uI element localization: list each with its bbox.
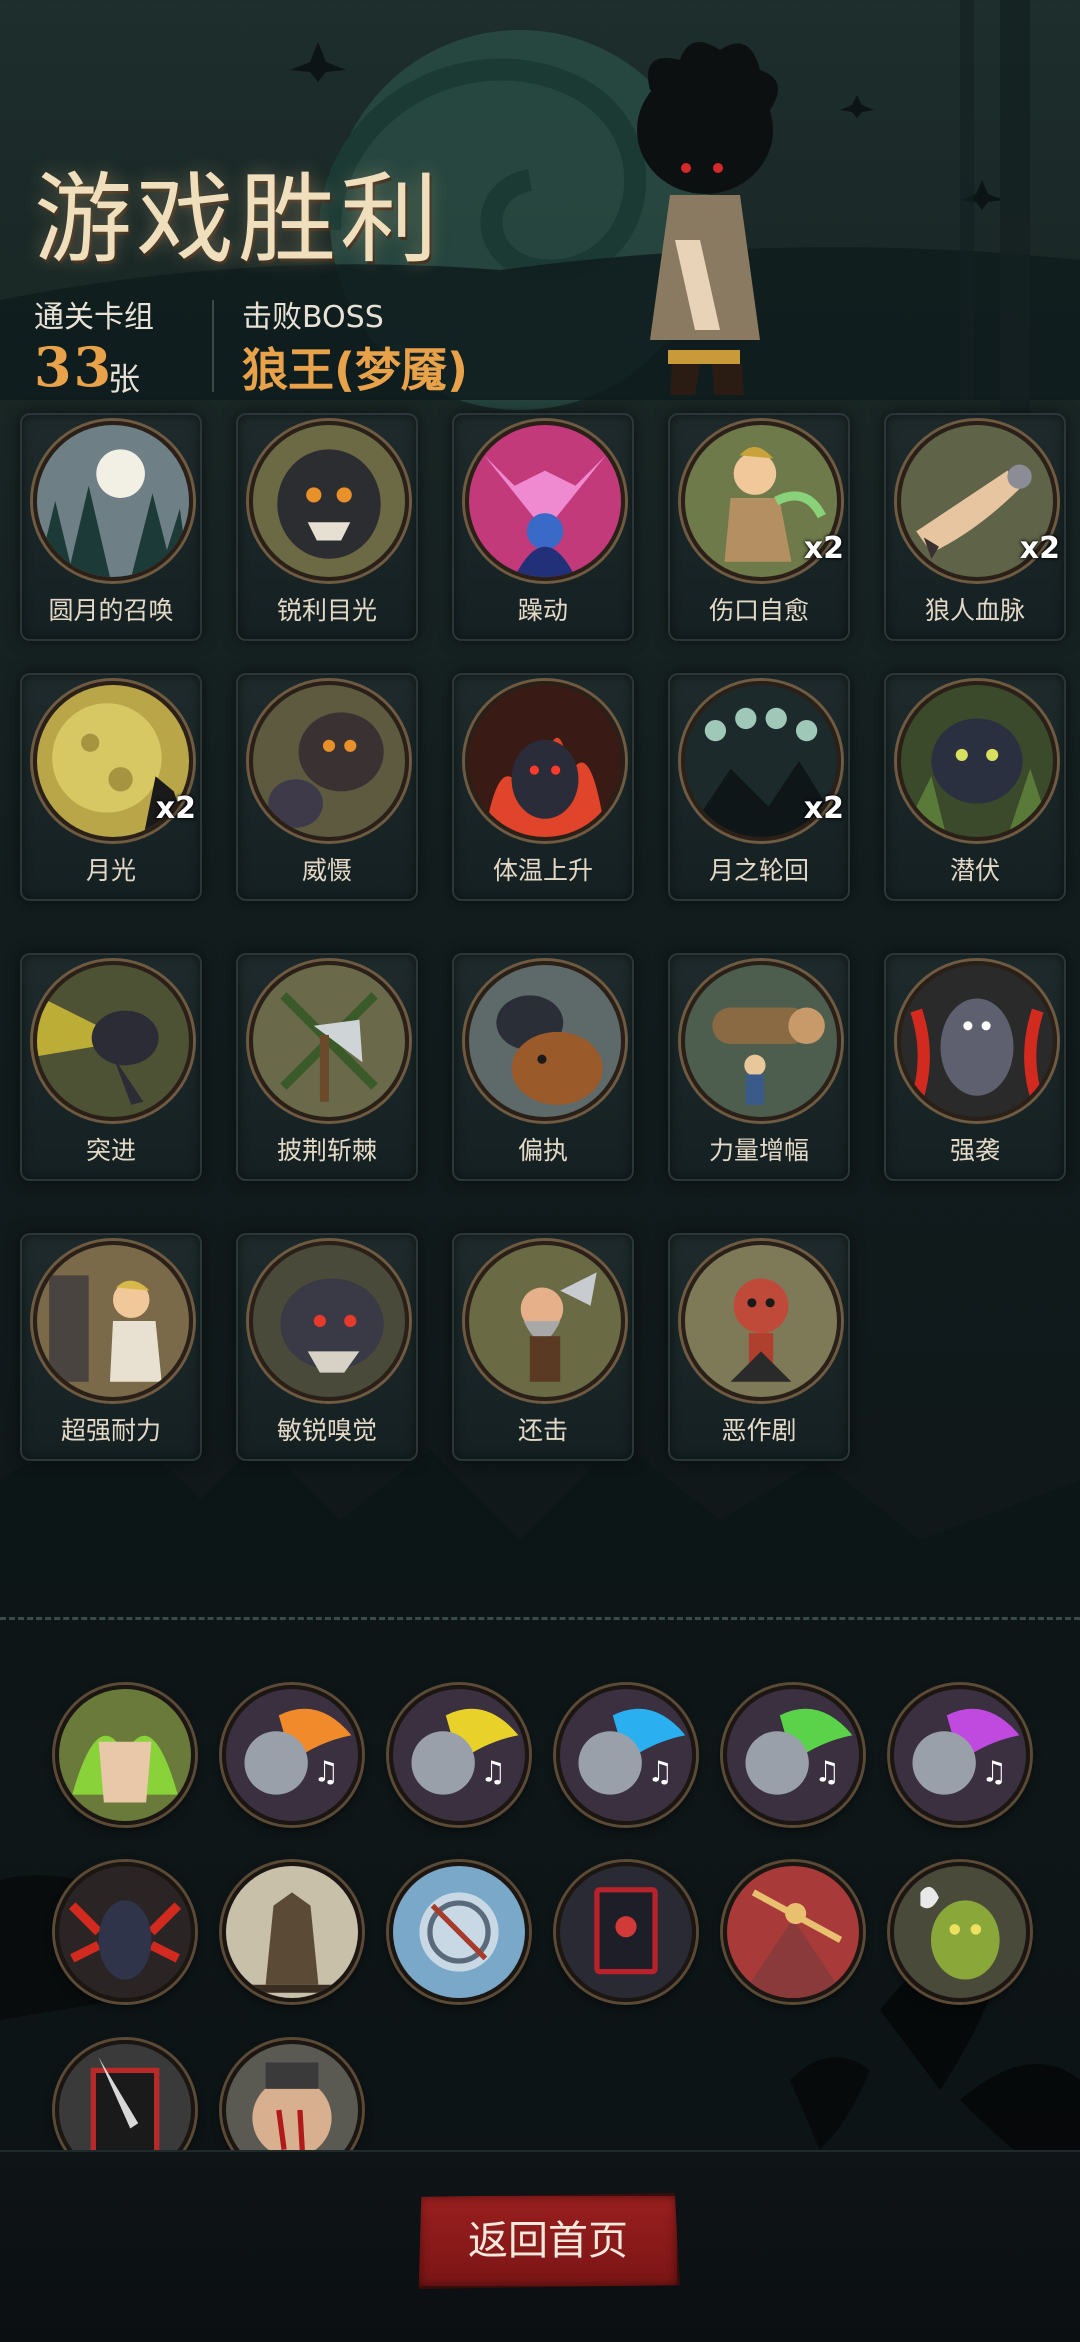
deck-card[interactable]: 还击 — [452, 1233, 634, 1461]
boss-name: 狼王(梦魇) — [242, 343, 469, 397]
svg-text:♫: ♫ — [647, 1754, 673, 1788]
broken-altar-icon[interactable] — [222, 1862, 362, 2002]
card-label: 圆月的召唤 — [48, 596, 174, 625]
card-label: 还击 — [517, 1416, 568, 1445]
log-lift-icon — [681, 961, 841, 1121]
wolf-bear-icon — [465, 961, 625, 1121]
card-label: 潜伏 — [949, 856, 1000, 885]
card-label: 伤口自愈 — [708, 596, 809, 625]
deck-card[interactable]: 力量增幅 — [668, 953, 850, 1181]
card-label: 强袭 — [949, 1136, 1000, 1165]
axe-thorns-icon — [249, 961, 409, 1121]
card-label: 月光 — [85, 856, 136, 885]
werewolf-glare-icon — [249, 421, 409, 581]
card-label: 敏锐嗅觉 — [276, 1416, 377, 1445]
deck-card[interactable]: x2 月之轮回 — [668, 673, 850, 901]
deck-card[interactable]: 潜伏 — [884, 673, 1066, 901]
stats-divider — [212, 300, 214, 392]
deck-card[interactable]: x2 狼人血脉 — [884, 413, 1066, 641]
deck-card[interactable]: 偏执 — [452, 953, 634, 1181]
card-label: 月之轮回 — [708, 856, 809, 885]
card-multiplier: x2 — [803, 531, 844, 566]
endurance-boy-icon — [33, 1241, 193, 1401]
dash-wolf-icon — [33, 961, 193, 1121]
red-spellbook-icon[interactable] — [556, 1862, 696, 2002]
deck-unit: 张 — [108, 360, 141, 398]
deterrence-wolf-icon — [249, 681, 409, 841]
restless-magic-icon — [465, 421, 625, 581]
card-label: 躁动 — [517, 596, 568, 625]
deck-card[interactable]: 威慑 — [236, 673, 418, 901]
orange-note-skull-icon[interactable]: ♫ — [222, 1685, 362, 1825]
raging-werewolf-icon — [897, 961, 1057, 1121]
deck-card[interactable]: 突进 — [20, 953, 202, 1181]
deck-card[interactable]: 强袭 — [884, 953, 1066, 1181]
svg-text:♫: ♫ — [313, 1754, 339, 1788]
card-label: 锐利目光 — [276, 596, 377, 625]
card-label: 突进 — [85, 1136, 136, 1165]
deck-card[interactable]: 体温上升 — [452, 673, 634, 901]
card-label: 体温上升 — [492, 856, 593, 885]
howling-werewolf-icon[interactable] — [55, 1862, 195, 2002]
svg-text:♫: ♫ — [981, 1754, 1007, 1788]
golden-warrior-icon[interactable] — [723, 1862, 863, 2002]
full-moon-forest-icon — [33, 421, 193, 581]
deck-card[interactable]: 躁动 — [452, 413, 634, 641]
card-multiplier: x2 — [803, 791, 844, 826]
return-home-button[interactable]: 返回首页 — [418, 2193, 680, 2289]
card-label: 狼人血脉 — [924, 596, 1025, 625]
green-flame-torso-icon[interactable] — [55, 1685, 195, 1825]
card-label: 威慑 — [301, 856, 352, 885]
card-multiplier: x2 — [1019, 531, 1060, 566]
deck-card[interactable]: 锐利目光 — [236, 413, 418, 641]
deck-label: 通关卡组 — [34, 300, 154, 335]
card-multiplier: x2 — [155, 791, 196, 826]
yellow-note-skull-icon[interactable]: ♫ — [389, 1685, 529, 1825]
lurking-wolf-icon — [897, 681, 1057, 841]
frozen-shield-icon[interactable] — [389, 1862, 529, 2002]
sniffing-wolf-icon — [249, 1241, 409, 1401]
card-label: 恶作剧 — [721, 1416, 797, 1445]
svg-text:♫: ♫ — [814, 1754, 840, 1788]
section-divider — [0, 1617, 1080, 1620]
deck-card[interactable]: 恶作剧 — [668, 1233, 850, 1461]
prank-doll-icon — [681, 1241, 841, 1401]
deck-card[interactable]: 披荆斩棘 — [236, 953, 418, 1181]
green-note-skull-icon[interactable]: ♫ — [723, 1685, 863, 1825]
purple-note-skull-icon[interactable]: ♫ — [890, 1685, 1030, 1825]
card-label: 偏执 — [517, 1136, 568, 1165]
deck-card[interactable]: 圆月的召唤 — [20, 413, 202, 641]
deck-card[interactable]: 敏锐嗅觉 — [236, 1233, 418, 1461]
victory-title: 游戏胜利 — [34, 163, 443, 277]
dwarf-counter-icon — [465, 1241, 625, 1401]
deck-card[interactable]: x2 月光 — [20, 673, 202, 901]
green-ghoul-icon[interactable] — [890, 1862, 1030, 2002]
svg-text:♫: ♫ — [480, 1754, 506, 1788]
card-label: 力量增幅 — [708, 1136, 809, 1165]
deck-card[interactable]: x2 伤口自愈 — [668, 413, 850, 641]
fire-wolf-icon — [465, 681, 625, 841]
card-label: 披荆斩棘 — [276, 1136, 377, 1165]
card-label: 超强耐力 — [60, 1416, 161, 1445]
boss-label: 击败BOSS — [242, 300, 384, 335]
blue-note-skull-icon[interactable]: ♫ — [556, 1685, 696, 1825]
deck-count: 33 — [34, 335, 114, 399]
deck-card[interactable]: 超强耐力 — [20, 1233, 202, 1461]
